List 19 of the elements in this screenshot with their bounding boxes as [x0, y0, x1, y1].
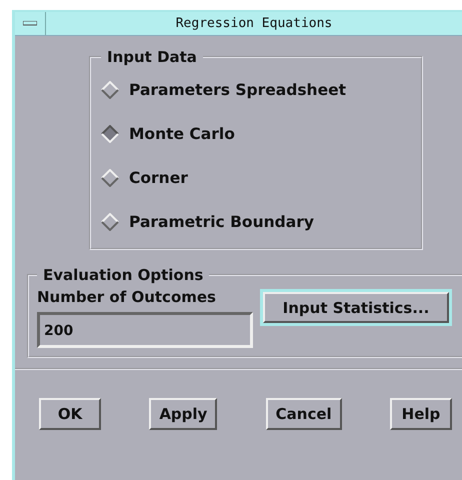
window-title: Regression Equations — [174, 15, 334, 33]
radio-label: Parameters Spreadsheet — [129, 81, 346, 99]
radio-button[interactable] — [101, 213, 119, 231]
outcomes-field[interactable]: 200 — [37, 312, 253, 348]
dialog-button[interactable]: Cancel — [266, 398, 342, 430]
radio-label: Parametric Boundary — [129, 213, 314, 231]
dialog-button[interactable]: OK — [39, 398, 101, 430]
input-statistics-button[interactable]: Input Statistics... — [263, 292, 449, 323]
radio-button[interactable] — [101, 81, 119, 99]
dialog-button[interactable]: Help — [390, 398, 452, 430]
minus-icon — [23, 21, 37, 26]
dialog-button[interactable]: Apply — [149, 398, 218, 430]
radio-label: Monte Carlo — [129, 125, 235, 143]
field-label: Number of Outcomes — [37, 288, 217, 306]
radio-button[interactable] — [101, 125, 119, 143]
radio-label: Corner — [129, 169, 188, 187]
radio-button[interactable] — [101, 169, 119, 187]
group-title: Evaluation Options — [42, 266, 204, 284]
group-title: Input Data — [106, 48, 198, 66]
